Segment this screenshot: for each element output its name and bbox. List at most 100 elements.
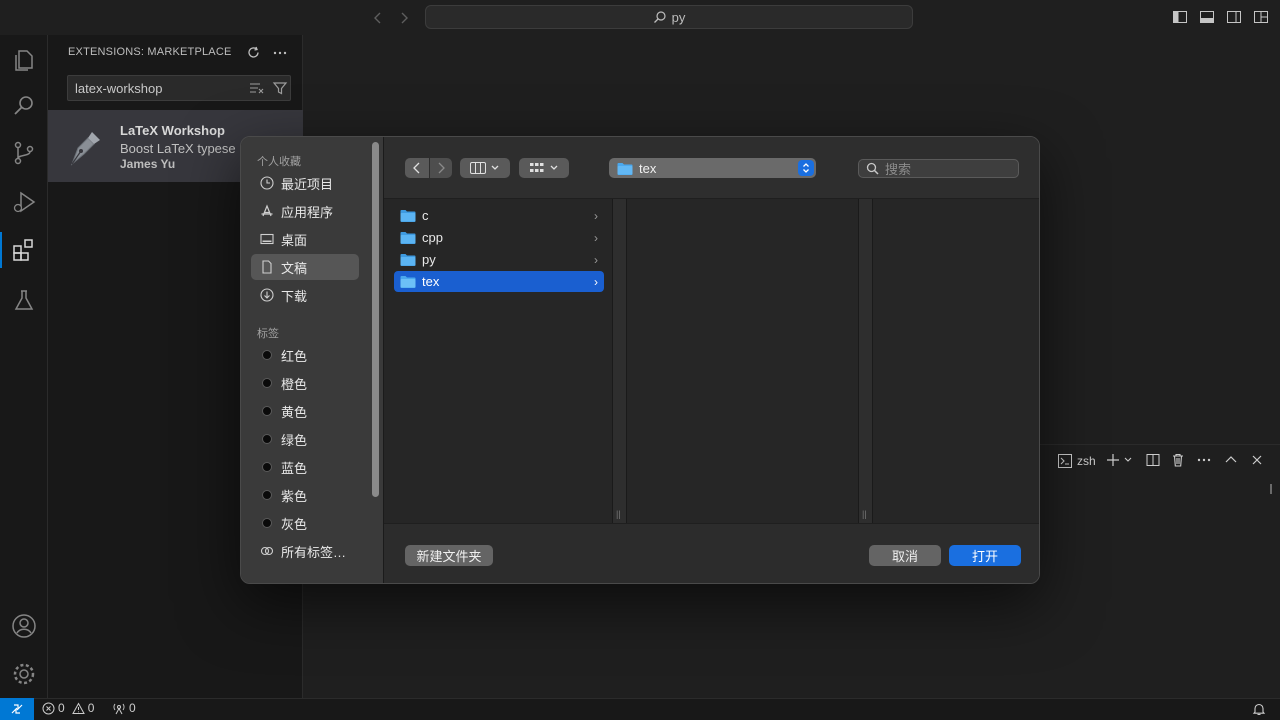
file-row-cpp[interactable]: cpp ›	[394, 227, 604, 248]
search-icon[interactable]	[11, 93, 37, 119]
sidebar-item-recents[interactable]: 最近项目	[251, 170, 359, 196]
sidebar-tag-orange[interactable]: 橙色	[251, 370, 359, 396]
download-icon	[260, 288, 274, 302]
extension-search-value: latex-workshop	[75, 81, 163, 96]
sidebar-tag-yellow[interactable]: 黄色	[251, 398, 359, 424]
run-and-debug-icon[interactable]	[11, 189, 37, 215]
sidebar-tag-blue[interactable]: 蓝色	[251, 454, 359, 480]
sidebar-item-applications[interactable]: 应用程序	[251, 198, 359, 224]
new-terminal-icon[interactable]	[1105, 452, 1121, 468]
clock-icon	[260, 176, 274, 190]
view-mode-button[interactable]	[460, 158, 510, 178]
tag-label: 橙色	[281, 376, 308, 392]
file-row-c[interactable]: c ›	[394, 205, 604, 226]
warning-count: 0	[87, 701, 95, 715]
applications-icon	[260, 204, 274, 218]
cancel-button[interactable]: 取消	[869, 545, 941, 566]
new-folder-button[interactable]: 新建文件夹	[405, 545, 493, 566]
status-ports[interactable]: 0	[112, 701, 136, 715]
sidebar-item-label: 所有标签…	[281, 544, 347, 560]
sidebar-item-label: 最近项目	[281, 176, 334, 192]
document-icon	[260, 260, 274, 274]
tag-dot-icon	[262, 406, 272, 416]
sidebar-item-desktop[interactable]: 桌面	[251, 226, 359, 252]
sidebar-tag-red[interactable]: 红色	[251, 342, 359, 368]
group-by-button[interactable]	[519, 158, 569, 178]
file-row-py[interactable]: py ›	[394, 249, 604, 270]
refresh-icon[interactable]	[246, 45, 261, 60]
clear-search-icon[interactable]	[249, 81, 265, 95]
toggle-secondary-sidebar-icon[interactable]	[1226, 9, 1242, 25]
open-file-dialog: 个人收藏 最近项目 应用程序 桌面 文稿 下载 标签 红色 橙色 黄色 绿色 蓝…	[240, 136, 1040, 584]
toggle-primary-sidebar-icon[interactable]	[1172, 9, 1188, 25]
sidebar-item-label: 桌面	[281, 232, 308, 248]
chevron-down-icon	[549, 164, 559, 172]
browser-column-3[interactable]	[873, 199, 1039, 523]
command-center[interactable]: py	[425, 5, 913, 29]
command-center-text: py	[671, 9, 686, 25]
terminal-scrollbar[interactable]	[1270, 484, 1272, 494]
go-forward-icon[interactable]	[395, 9, 413, 27]
notifications-bell-icon[interactable]	[1252, 702, 1266, 716]
forward-button[interactable]	[430, 158, 452, 178]
extension-author: James Yu	[120, 157, 176, 171]
folder-icon	[400, 253, 416, 266]
go-back-icon[interactable]	[369, 9, 387, 27]
grid-view-icon	[529, 162, 545, 174]
sidebar-tag-gray[interactable]: 灰色	[251, 510, 359, 536]
trash-icon[interactable]	[1170, 452, 1186, 468]
tag-dot-icon	[262, 490, 272, 500]
sidebar-tag-green[interactable]: 绿色	[251, 426, 359, 452]
chevron-down-icon[interactable]	[1123, 452, 1133, 468]
column-resize-handle[interactable]: ||	[613, 199, 627, 523]
sidebar-scrollbar[interactable]	[372, 142, 379, 497]
terminal-label: zsh	[1077, 454, 1096, 468]
status-problems[interactable]: 0 0	[42, 701, 94, 715]
tag-label: 红色	[281, 348, 308, 364]
maximize-panel-icon[interactable]	[1223, 452, 1239, 468]
tag-dot-icon	[262, 434, 272, 444]
column-resize-handle[interactable]: ||	[859, 199, 873, 523]
latex-workshop-logo-icon	[62, 126, 106, 170]
filter-icon[interactable]	[272, 80, 288, 96]
customize-layout-icon[interactable]	[1253, 9, 1269, 25]
sidebar-title: EXTENSIONS: MARKETPLACE	[68, 46, 232, 58]
file-name: py	[422, 252, 436, 267]
search-icon	[653, 10, 667, 24]
toggle-panel-icon[interactable]	[1199, 9, 1215, 25]
tag-label: 黄色	[281, 404, 308, 420]
search-icon	[866, 162, 879, 175]
terminal-tab[interactable]: zsh	[1058, 452, 1096, 470]
chevron-right-icon: ›	[594, 274, 598, 289]
location-popup[interactable]: tex	[609, 158, 816, 178]
sidebar-item-label: 文稿	[281, 260, 308, 276]
file-name: c	[422, 208, 429, 223]
sidebar-all-tags[interactable]: 所有标签…	[251, 538, 359, 564]
warning-icon	[71, 701, 85, 715]
accounts-icon[interactable]	[11, 613, 37, 639]
dialog-search-input[interactable]: 搜索	[858, 159, 1019, 178]
extensions-icon[interactable]	[11, 237, 37, 263]
close-panel-icon[interactable]	[1249, 452, 1265, 468]
more-actions-icon[interactable]	[272, 45, 288, 60]
back-button[interactable]	[405, 158, 429, 178]
source-control-icon[interactable]	[11, 140, 37, 166]
folder-icon	[400, 231, 416, 244]
manage-gear-icon[interactable]	[11, 661, 37, 687]
open-button[interactable]: 打开	[949, 545, 1021, 566]
updown-chevron-icon	[798, 160, 814, 176]
search-placeholder: 搜索	[885, 162, 912, 177]
panel-more-icon[interactable]	[1196, 452, 1212, 468]
remote-indicator[interactable]	[0, 698, 34, 720]
sidebar-tag-purple[interactable]: 紫色	[251, 482, 359, 508]
sidebar-item-downloads[interactable]: 下载	[251, 282, 359, 308]
explorer-icon[interactable]	[11, 46, 37, 72]
split-terminal-icon[interactable]	[1145, 452, 1161, 468]
sidebar-item-documents[interactable]: 文稿	[251, 254, 359, 280]
terminal-icon	[1058, 454, 1072, 468]
file-row-tex[interactable]: tex ›	[394, 271, 604, 292]
testing-icon[interactable]	[11, 287, 37, 313]
sidebar-item-label: 下载	[281, 288, 308, 304]
browser-column-2[interactable]	[627, 199, 859, 523]
sidebar-item-label: 应用程序	[281, 204, 334, 220]
